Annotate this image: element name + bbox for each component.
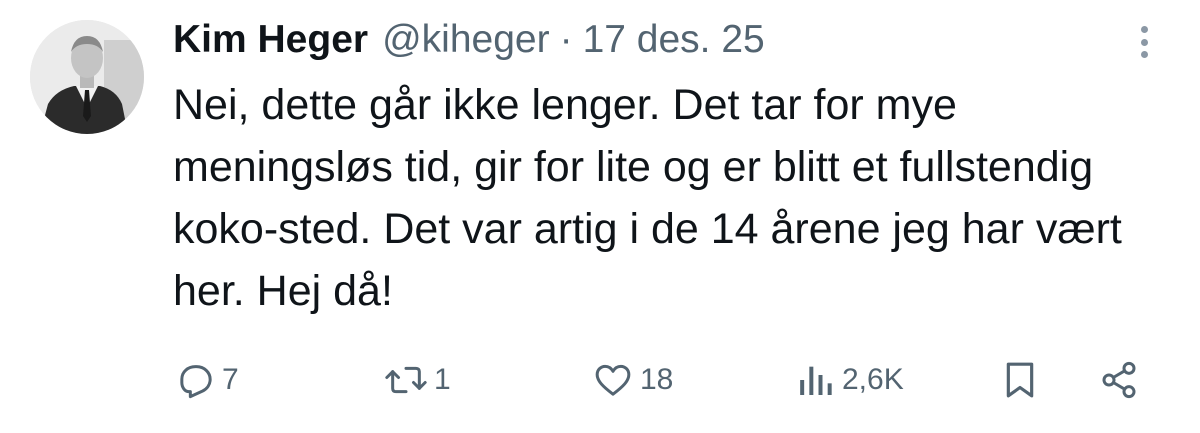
like-button[interactable]: 18: [592, 358, 673, 402]
retweet-icon: [385, 366, 427, 394]
tweet-date[interactable]: 17 des. 25: [583, 18, 765, 62]
author-handle[interactable]: @kiheger: [382, 18, 550, 62]
avatar-photo: [30, 20, 144, 134]
share-icon: [1102, 361, 1136, 399]
tweet-text: Nei, dette går ikke lenger. Det tar for …: [173, 81, 1122, 315]
retweet-count: 1: [434, 363, 451, 396]
header-separator: ·: [559, 18, 573, 61]
like-count: 18: [640, 363, 674, 396]
avatar[interactable]: [30, 20, 144, 134]
tweet-header: Kim Heger @kiheger · 17 des. 25: [173, 12, 765, 68]
bookmark-icon: [1006, 362, 1034, 398]
tweet-actions: 7 1 18 2,6K: [0, 350, 1200, 410]
bookmark-button[interactable]: [1000, 358, 1040, 402]
views-button[interactable]: 2,6K: [796, 358, 904, 402]
views-count: 2,6K: [842, 363, 904, 396]
author-name[interactable]: Kim Heger: [173, 18, 368, 62]
more-options-icon[interactable]: [1130, 22, 1158, 62]
reply-icon: [180, 365, 212, 399]
share-button[interactable]: [1098, 358, 1140, 402]
retweet-button[interactable]: 1: [384, 358, 451, 402]
views-icon: [800, 366, 832, 395]
heart-icon: [595, 364, 631, 396]
reply-count: 7: [222, 363, 239, 396]
reply-button[interactable]: 7: [176, 358, 239, 402]
